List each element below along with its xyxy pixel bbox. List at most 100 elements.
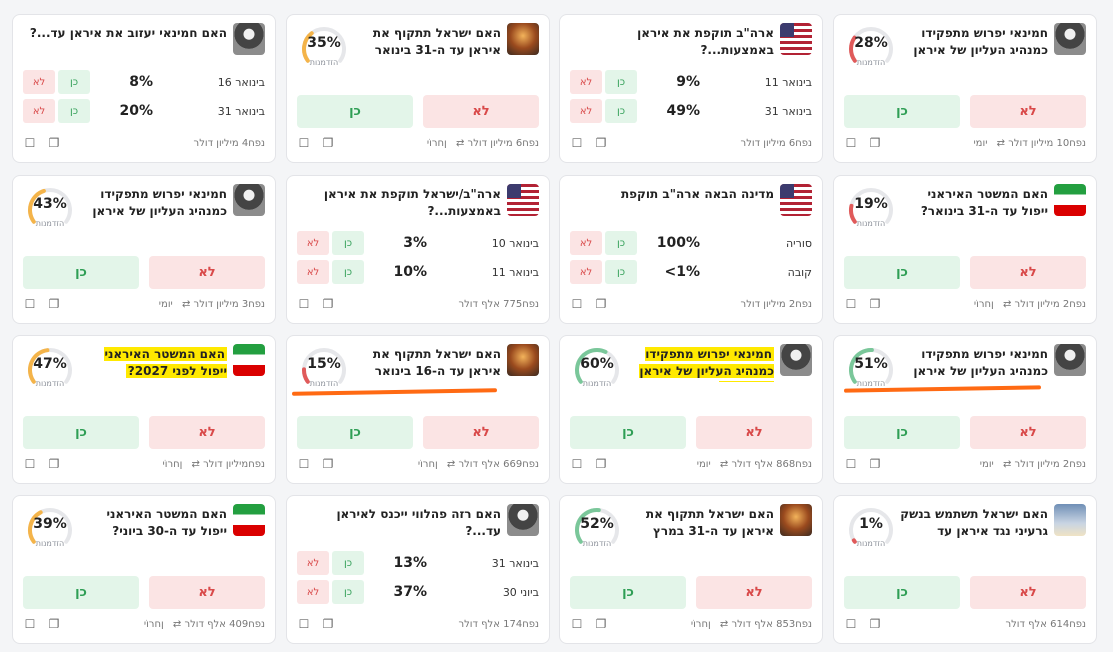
- gift-icon[interactable]: ❐: [321, 297, 335, 311]
- outcome-yes-button[interactable]: כן: [332, 580, 364, 604]
- outcome-yes-button[interactable]: כן: [332, 551, 364, 575]
- outcome-row[interactable]: לא כן <1% קובה: [570, 259, 812, 285]
- market-card[interactable]: האם ישראל תתקוף את איראן עד ה-16 בינואר …: [286, 335, 550, 484]
- market-card[interactable]: חמינאי יפרוש מתפקידו כמנהיג העליון של אי…: [833, 335, 1097, 484]
- gift-icon[interactable]: ❐: [594, 136, 608, 150]
- outcome-no-button[interactable]: לא: [570, 260, 602, 284]
- outcome-row[interactable]: לא כן 100% סוריה: [570, 230, 812, 256]
- market-card[interactable]: חמינאי יפרוש מתפקידו כמנהיג העליון של אי…: [12, 175, 276, 324]
- outcome-row[interactable]: לא כן 20% 31 בינואר: [23, 98, 265, 124]
- market-title[interactable]: האם המשטר האיראני ייפול עד ה-30 ביוני?: [77, 506, 227, 542]
- outcome-row[interactable]: לא כן 9% 11 בינואר: [570, 69, 812, 95]
- outcome-row[interactable]: לא כן 49% 31 בינואר: [570, 98, 812, 124]
- outcome-no-button[interactable]: לא: [297, 231, 329, 255]
- outcome-row[interactable]: לא כן 13% 31 בינואר: [297, 550, 539, 576]
- outcome-yes-button[interactable]: כן: [58, 99, 90, 123]
- outcome-yes-button[interactable]: כן: [605, 231, 637, 255]
- yes-button[interactable]: כן: [570, 416, 686, 449]
- gift-icon[interactable]: ❐: [321, 136, 335, 150]
- outcome-yes-button[interactable]: כן: [605, 70, 637, 94]
- no-button[interactable]: לא: [696, 576, 812, 609]
- yes-button[interactable]: כן: [570, 576, 686, 609]
- outcome-no-button[interactable]: לא: [23, 99, 55, 123]
- bookmark-icon[interactable]: ☐: [23, 457, 37, 471]
- gift-icon[interactable]: ❐: [47, 617, 61, 631]
- market-title[interactable]: ארה"ב תוקפת את איראן באמצעות...?: [570, 25, 774, 61]
- bookmark-icon[interactable]: ☐: [570, 136, 584, 150]
- outcome-row[interactable]: לא כן 8% 16 בינואר: [23, 69, 265, 95]
- gift-icon[interactable]: ❐: [868, 457, 882, 471]
- outcome-row[interactable]: לא כן 10% 11 בינואר: [297, 259, 539, 285]
- bookmark-icon[interactable]: ☐: [844, 297, 858, 311]
- gift-icon[interactable]: ❐: [868, 297, 882, 311]
- bookmark-icon[interactable]: ☐: [297, 617, 311, 631]
- yes-button[interactable]: כן: [23, 576, 139, 609]
- outcome-no-button[interactable]: לא: [297, 260, 329, 284]
- outcome-no-button[interactable]: לא: [297, 580, 329, 604]
- gift-icon[interactable]: ❐: [47, 457, 61, 471]
- outcome-yes-button[interactable]: כן: [332, 260, 364, 284]
- outcome-row[interactable]: לא כן 3% 10 בינואר: [297, 230, 539, 256]
- outcome-yes-button[interactable]: כן: [605, 260, 637, 284]
- no-button[interactable]: לא: [970, 95, 1086, 128]
- market-title[interactable]: האם ישראל תתקוף את איראן עד ה-31 בינואר …: [351, 25, 501, 61]
- bookmark-icon[interactable]: ☐: [844, 136, 858, 150]
- yes-button[interactable]: כן: [23, 256, 139, 289]
- yes-button[interactable]: כן: [297, 95, 413, 128]
- yes-button[interactable]: כן: [297, 416, 413, 449]
- market-title[interactable]: האם המשטר האיראני ייפול עד ה-31 בינואר?: [898, 186, 1048, 222]
- gift-icon[interactable]: ❐: [868, 617, 882, 631]
- yes-button[interactable]: כן: [844, 95, 960, 128]
- bookmark-icon[interactable]: ☐: [844, 457, 858, 471]
- market-title[interactable]: מדינה הבאה ארה"ב תוקפת: [570, 186, 774, 222]
- bookmark-icon[interactable]: ☐: [570, 297, 584, 311]
- market-card[interactable]: ארה"ב תוקפת את איראן באמצעות...? לא כן 9% 11…: [559, 14, 823, 163]
- outcome-no-button[interactable]: לא: [297, 551, 329, 575]
- bookmark-icon[interactable]: ☐: [297, 297, 311, 311]
- no-button[interactable]: לא: [423, 95, 539, 128]
- bookmark-icon[interactable]: ☐: [844, 617, 858, 631]
- market-title[interactable]: האם ישראל תתקוף את איראן עד ה-16 בינואר …: [351, 346, 501, 382]
- market-title[interactable]: חמינאי יפרוש מתפקידו כמנהיג העליון של אי…: [898, 346, 1048, 382]
- market-title[interactable]: חמינאי יפרוש מתפקידו כמנהיג העליון של אי…: [77, 186, 227, 222]
- gift-icon[interactable]: ❐: [321, 617, 335, 631]
- market-card[interactable]: האם המשטר האיראני ייפול עד ה-31 בינואר? 1…: [833, 175, 1097, 324]
- market-title[interactable]: האם ישראל תתקוף את איראן עד ה-31 במרץ 20…: [624, 506, 774, 542]
- gift-icon[interactable]: ❐: [594, 617, 608, 631]
- no-button[interactable]: לא: [970, 416, 1086, 449]
- bookmark-icon[interactable]: ☐: [23, 297, 37, 311]
- yes-button[interactable]: כן: [23, 416, 139, 449]
- no-button[interactable]: לא: [149, 256, 265, 289]
- market-title[interactable]: ארה"ב/ישראל תוקפת את איראן באמצעות...?: [297, 186, 501, 222]
- market-card[interactable]: מדינה הבאה ארה"ב תוקפת לא כן 100% סוריה לא כן <…: [559, 175, 823, 324]
- bookmark-icon[interactable]: ☐: [297, 136, 311, 150]
- gift-icon[interactable]: ❐: [321, 457, 335, 471]
- outcome-no-button[interactable]: לא: [570, 99, 602, 123]
- bookmark-icon[interactable]: ☐: [297, 457, 311, 471]
- no-button[interactable]: לא: [149, 576, 265, 609]
- no-button[interactable]: לא: [149, 416, 265, 449]
- outcome-no-button[interactable]: לא: [23, 70, 55, 94]
- no-button[interactable]: לא: [970, 576, 1086, 609]
- market-title[interactable]: האם המשטר האיראני ייפול לפני 2027?: [77, 346, 227, 382]
- outcome-row[interactable]: לא כן 37% 30 ביוני: [297, 579, 539, 605]
- yes-button[interactable]: כן: [844, 256, 960, 289]
- gift-icon[interactable]: ❐: [47, 297, 61, 311]
- market-card[interactable]: האם ישראל תתקוף את איראן עד ה-31 בינואר …: [286, 14, 550, 163]
- market-title[interactable]: האם חמינאי יעזוב את איראן עד...?: [23, 25, 227, 61]
- outcome-yes-button[interactable]: כן: [605, 99, 637, 123]
- market-card[interactable]: ארה"ב/ישראל תוקפת את איראן באמצעות...? לא…: [286, 175, 550, 324]
- yes-button[interactable]: כן: [844, 416, 960, 449]
- market-card[interactable]: האם המשטר האיראני ייפול עד ה-30 ביוני? 39…: [12, 495, 276, 644]
- bookmark-icon[interactable]: ☐: [570, 617, 584, 631]
- market-card[interactable]: האם חמינאי יעזוב את איראן עד...? לא כן 8% 16…: [12, 14, 276, 163]
- bookmark-icon[interactable]: ☐: [23, 136, 37, 150]
- market-card[interactable]: האם ישראל תשתמש בנשק גרעיני נגד איראן עד…: [833, 495, 1097, 644]
- bookmark-icon[interactable]: ☐: [570, 457, 584, 471]
- market-title[interactable]: חמינאי יפרוש מתפקידו כמנהיג העליון של אי…: [898, 25, 1048, 61]
- outcome-yes-button[interactable]: כן: [332, 231, 364, 255]
- market-title[interactable]: חמינאי יפרוש מתפקידו כמנהיג העליון של אי…: [624, 346, 774, 382]
- gift-icon[interactable]: ❐: [594, 297, 608, 311]
- market-card[interactable]: חמינאי יפרוש מתפקידו כמנהיג העליון של אי…: [833, 14, 1097, 163]
- no-button[interactable]: לא: [696, 416, 812, 449]
